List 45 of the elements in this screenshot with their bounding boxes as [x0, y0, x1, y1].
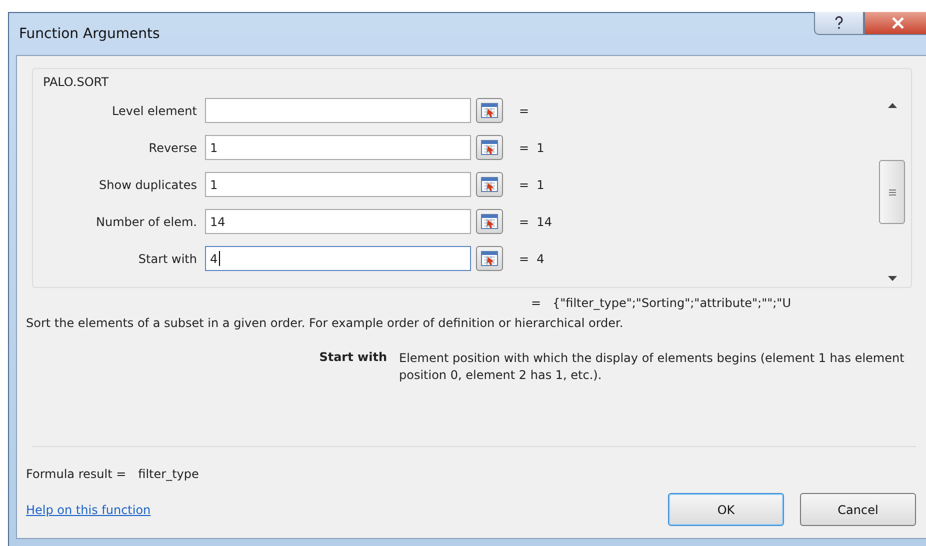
argument-label: Number of elem. — [94, 214, 198, 228]
collapse-dialog-button[interactable] — [476, 172, 503, 197]
dialog-button[interactable]: Cancel — [800, 493, 916, 526]
formula-result-value: filter_type — [138, 467, 199, 481]
argument-label: Level element — [111, 104, 198, 118]
argument-field[interactable]: 1 — [205, 172, 471, 197]
scrollbar[interactable] — [877, 103, 907, 281]
close-icon — [891, 17, 905, 29]
argument-result: = 1 — [519, 140, 544, 154]
scroll-thumb[interactable] — [879, 160, 905, 224]
collapse-dialog-icon — [481, 140, 498, 155]
collapse-dialog-button[interactable] — [476, 246, 503, 271]
collapse-dialog-icon — [481, 214, 498, 229]
help-icon — [834, 16, 844, 30]
scroll-up-icon[interactable] — [888, 103, 896, 108]
collapse-dialog-icon — [481, 103, 498, 118]
argument-result: = — [519, 104, 530, 118]
argument-label: Start with — [137, 252, 198, 266]
formula-result-label: Formula result = — [26, 467, 126, 481]
argument-name: Start with — [318, 350, 388, 366]
argument-field[interactable]: 14 — [205, 209, 471, 234]
collapse-dialog-button[interactable] — [476, 209, 503, 234]
argument-result: = 1 — [519, 178, 544, 192]
argument-result: = 4 — [519, 252, 544, 266]
grip-icon — [888, 188, 896, 196]
scroll-down-icon[interactable] — [888, 276, 896, 281]
close-button[interactable] — [864, 12, 926, 35]
dialog-button[interactable]: OK — [668, 493, 784, 526]
argument-label: Show duplicates — [98, 178, 198, 192]
collapse-dialog-button[interactable] — [476, 98, 503, 123]
help-button[interactable] — [814, 12, 864, 35]
argument-field[interactable]: 4 — [205, 246, 471, 271]
help-link[interactable]: Help on this function — [26, 502, 151, 516]
window-title: Function Arguments — [19, 26, 160, 42]
argument-field[interactable] — [205, 98, 471, 123]
argument-label: Reverse — [148, 140, 198, 154]
collapse-dialog-icon — [481, 177, 498, 192]
argument-result: = 14 — [519, 214, 552, 228]
function-description: Sort the elements of a subset in a given order. For example order of definition or hierarchical order. — [26, 316, 624, 330]
function-result: = {"filter_type";"Sorting";"attribute";"";"U — [531, 296, 792, 310]
function-name: PALO.SORT — [42, 74, 110, 89]
collapse-dialog-button[interactable] — [476, 135, 503, 160]
argument-field[interactable]: 1 — [205, 135, 471, 160]
collapse-dialog-icon — [481, 251, 498, 266]
argument-description: Element position with which the display of elements begins (element 1 has element position 0, element 2 has 1, etc.). — [399, 350, 906, 384]
